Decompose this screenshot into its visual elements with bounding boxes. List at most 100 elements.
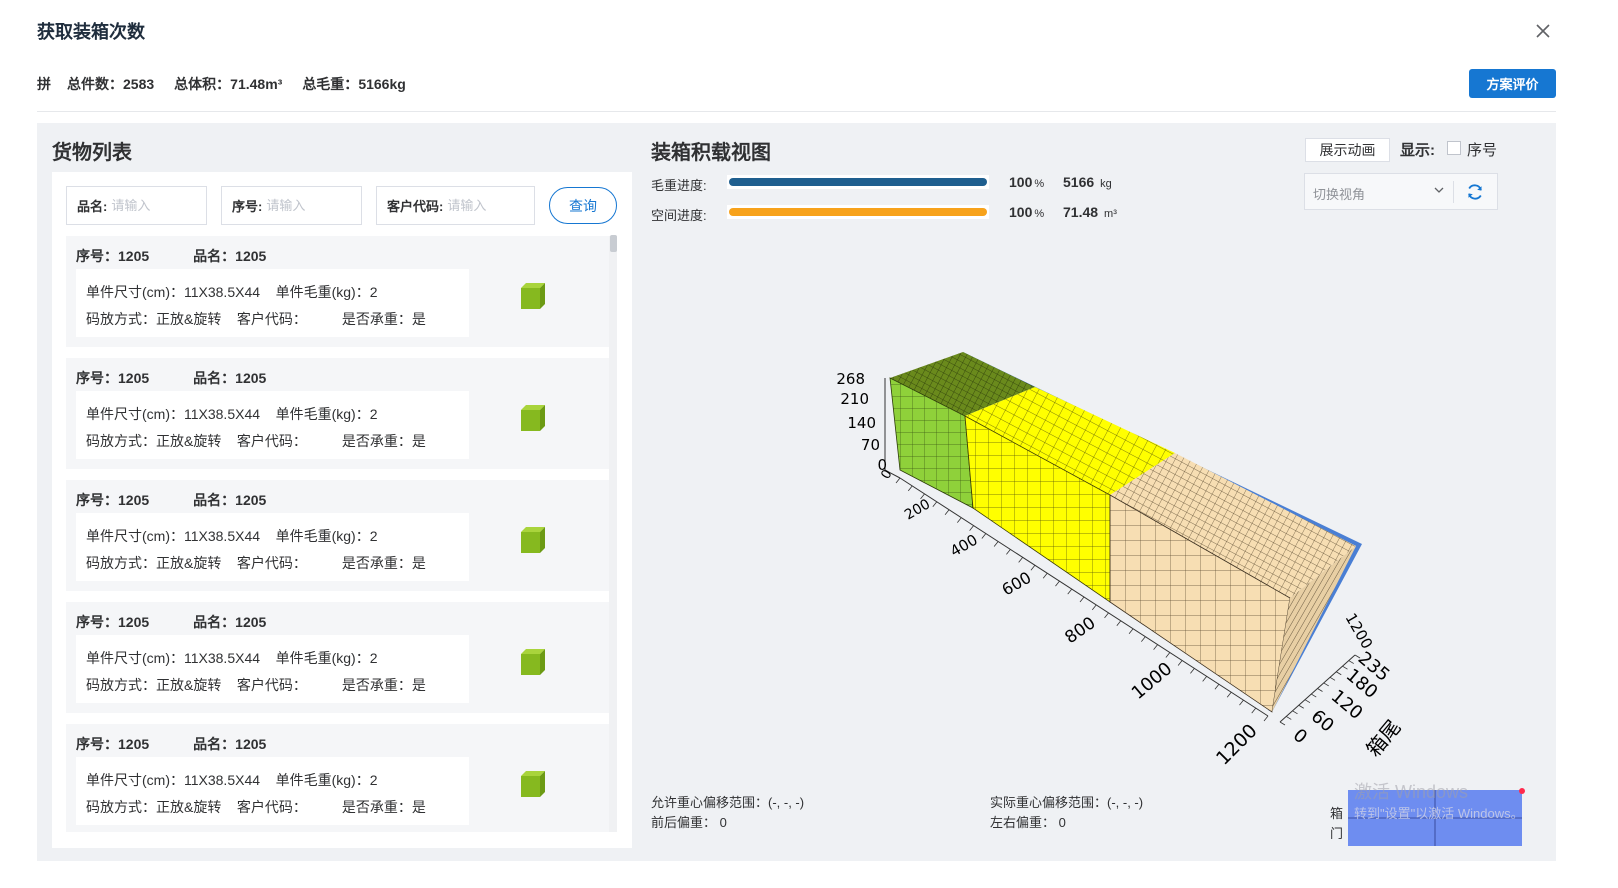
item-details: 单件尺寸(cm)：11X38.5X44 单件毛重(kg)：2 码放方式：正放&旋… — [76, 513, 469, 581]
length-axis-tick — [1055, 580, 1060, 587]
length-tick-label: 0 — [878, 467, 895, 482]
width-axis-tick — [1286, 716, 1292, 720]
goods-list-item[interactable]: 序号：1205 品名：1205 单件尺寸(cm)：11X38.5X44 单件毛重(… — [66, 724, 610, 832]
goods-list-item[interactable]: 序号：1205 品名：1205 单件尺寸(cm)：11X38.5X44 单件毛重(… — [66, 358, 610, 469]
item-name: 品名：1205 — [193, 736, 267, 752]
width-axis-tick — [1311, 693, 1317, 698]
length-axis-tick — [993, 541, 999, 547]
allowed-cg-range: 允许重心偏移范围：(-, -, -) — [651, 795, 805, 810]
name-filter-label: 品名: — [77, 199, 108, 214]
show-animation-button[interactable]: 展示动画 — [1305, 138, 1390, 162]
item-name: 品名：1205 — [193, 248, 267, 264]
door-label-1: 箱 — [1330, 806, 1344, 821]
length-axis-tick — [1079, 596, 1085, 603]
length-axis-tick — [944, 509, 950, 515]
length-axis-tick — [1116, 620, 1122, 627]
length-axis-tick — [1177, 660, 1183, 666]
length-axis-tick — [1214, 684, 1220, 690]
customer-code-filter-label: 客户代码: — [387, 199, 444, 214]
customer-code-filter-field[interactable]: 客户代码: — [376, 186, 535, 225]
item-size: 单件尺寸(cm)：11X38.5X44 — [86, 406, 261, 422]
item-load-bearing: 是否承重：是 — [341, 677, 426, 693]
divider — [1453, 181, 1454, 203]
item-customer-code: 客户代码： — [236, 799, 307, 815]
plan-evaluation-button[interactable]: 方案评价 — [1469, 69, 1556, 98]
length-axis-tick — [1251, 707, 1257, 714]
chevron-down-icon[interactable] — [1433, 184, 1445, 196]
item-load-bearing: 是否承重：是 — [341, 311, 426, 327]
space-progress-percent: 100% — [1009, 204, 1045, 220]
item-name: 品名：1205 — [193, 370, 267, 386]
item-serial: 序号：1205 — [76, 370, 150, 386]
space-progress-amount: 71.48 m³ — [1063, 204, 1117, 220]
display-label: 显示: — [1400, 142, 1435, 159]
goods-list-item[interactable]: 序号：1205 品名：1205 单件尺寸(cm)：11X38.5X44 单件毛重(… — [66, 602, 610, 713]
serial-filter-input[interactable] — [266, 198, 347, 213]
length-axis-tick — [1128, 628, 1134, 634]
item-placement: 码放方式：正放&旋转 — [86, 555, 222, 571]
length-axis-tick — [932, 501, 938, 508]
total-volume: 总体积：71.48m³ — [174, 76, 283, 92]
goods-list-item[interactable]: 序号：1205 品名：1205 单件尺寸(cm)：11X38.5X44 单件毛重(… — [66, 480, 610, 591]
item-size: 单件尺寸(cm)：11X38.5X44 — [86, 528, 261, 544]
divider — [37, 111, 1556, 112]
refresh-icon[interactable] — [1465, 182, 1485, 202]
length-axis-tick — [1091, 604, 1097, 611]
length-end-tick-label: 1200 — [1342, 610, 1377, 652]
weight-progress-bar — [727, 175, 989, 189]
goods-list-scrollbar[interactable] — [609, 236, 617, 832]
length-axis-tick — [1067, 588, 1073, 595]
length-axis-tick — [1202, 676, 1207, 682]
total-weight: 总毛重：5166kg — [302, 76, 406, 92]
actual-cg-range: 实际重心偏移范围：(-, -, -) — [990, 795, 1144, 810]
item-weight: 单件毛重(kg)：2 — [275, 650, 378, 666]
item-name: 品名：1205 — [193, 492, 267, 508]
weight-progress-amount: 5166 kg — [1063, 174, 1112, 190]
length-tick-label: 200 — [902, 496, 933, 523]
width-axis-tick — [1329, 676, 1336, 681]
front-back-offset: 前后偏重： 0 — [651, 815, 727, 830]
query-button[interactable]: 查询 — [549, 187, 617, 224]
cargo-box-icon — [521, 527, 545, 553]
item-details: 单件尺寸(cm)：11X38.5X44 单件毛重(kg)：2 码放方式：正放&旋… — [76, 757, 469, 825]
cargo-box-icon — [521, 649, 545, 675]
space-progress-label: 空间进度: — [651, 208, 707, 223]
name-filter-input[interactable] — [111, 198, 192, 213]
length-axis-tick — [1190, 668, 1195, 674]
length-axis-tick — [1141, 636, 1146, 642]
item-placement: 码放方式：正放&旋转 — [86, 799, 222, 815]
width-axis-tick — [1348, 660, 1354, 664]
length-tick-label: 1000 — [1128, 658, 1177, 704]
view-angle-select[interactable]: 切换视角 — [1313, 184, 1365, 203]
item-customer-code: 客户代码： — [236, 677, 307, 693]
width-axis-tick — [1279, 721, 1286, 726]
container-3d-view[interactable]: 268 210 140 70 0 0 200 400 600 800 1000 … — [820, 340, 1420, 780]
goods-list-item[interactable]: 序号：1205 品名：1205 单件尺寸(cm)：11X38.5X44 单件毛重(… — [66, 236, 610, 347]
length-axis-tick — [1030, 565, 1036, 571]
length-axis-tick — [957, 517, 962, 523]
customer-code-filter-input[interactable] — [447, 198, 518, 213]
serial-filter-field[interactable]: 序号: — [221, 186, 362, 225]
serial-checkbox[interactable] — [1447, 141, 1461, 155]
length-tick-label: 1200 — [1212, 720, 1262, 770]
length-axis-tick — [1226, 691, 1232, 698]
item-size: 单件尺寸(cm)：11X38.5X44 — [86, 650, 261, 666]
item-serial: 序号：1205 — [76, 492, 150, 508]
goods-list-scroll-thumb[interactable] — [610, 235, 617, 252]
length-tick-label: 400 — [947, 531, 981, 561]
item-name: 品名：1205 — [193, 614, 267, 630]
serial-checkbox-label[interactable]: 序号 — [1467, 139, 1497, 160]
item-serial: 序号：1205 — [76, 248, 150, 264]
width-axis-tick — [1336, 671, 1342, 676]
weight-progress-fill — [729, 178, 987, 186]
item-placement: 码放方式：正放&旋转 — [86, 311, 222, 327]
door-label-2: 门 — [1330, 826, 1344, 841]
total-count: 总件数：2583 — [67, 76, 155, 92]
width-tick-label: 60 — [1307, 706, 1338, 737]
name-filter-field[interactable]: 品名: — [66, 186, 207, 225]
item-details: 单件尺寸(cm)：11X38.5X44 单件毛重(kg)：2 码放方式：正放&旋… — [76, 391, 469, 459]
length-tick-label: 800 — [1061, 613, 1099, 648]
item-serial: 序号：1205 — [76, 614, 150, 630]
close-icon[interactable] — [1532, 20, 1554, 42]
item-load-bearing: 是否承重：是 — [341, 433, 426, 449]
